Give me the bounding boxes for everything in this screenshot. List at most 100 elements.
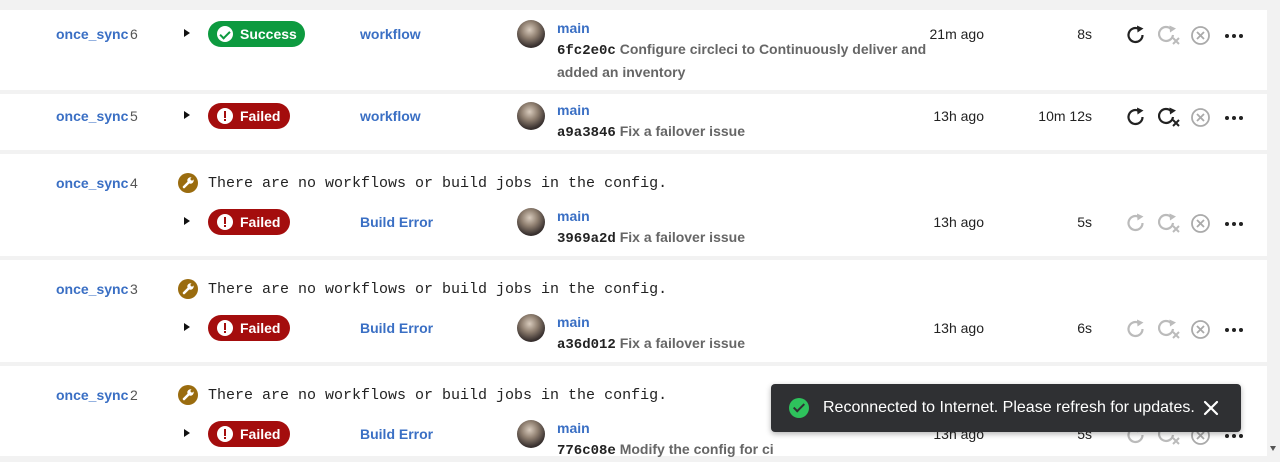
commit-sha[interactable]: 6fc2e0c	[557, 43, 616, 59]
pipeline-number: 3	[130, 281, 138, 297]
status-badge[interactable]: Failed	[208, 315, 290, 341]
more-icon[interactable]	[1225, 222, 1243, 226]
branch-link[interactable]: main	[557, 102, 590, 118]
commit-message: Fix a failover issue	[619, 229, 745, 245]
workflow-link[interactable]: Build Error	[360, 214, 433, 230]
duration: 10m 12s	[1038, 108, 1092, 124]
alert-icon	[217, 320, 233, 336]
close-icon[interactable]	[1202, 399, 1220, 417]
config-error-message: There are no workflows or build jobs in …	[208, 175, 668, 192]
commit-sha[interactable]: a9a3846	[557, 125, 616, 141]
branch-link[interactable]: main	[557, 208, 590, 224]
status-label: Failed	[240, 320, 281, 336]
check-icon	[217, 26, 233, 42]
rerun-icon[interactable]	[1125, 24, 1147, 46]
duration: 8s	[1077, 26, 1092, 42]
expand-triangle-icon[interactable]	[184, 217, 190, 225]
config-error-message: There are no workflows or build jobs in …	[208, 387, 668, 404]
workflow-link[interactable]: Build Error	[360, 426, 433, 442]
commit-info: a36d012 Fix a failover issue	[557, 333, 745, 356]
rerun-from-failed-icon[interactable]	[1158, 24, 1182, 46]
config-error-message: There are no workflows or build jobs in …	[208, 281, 668, 298]
pipeline-row-6: once_sync 6 Success workflow main 6fc2e0…	[0, 10, 1267, 90]
branch-link[interactable]: main	[557, 314, 590, 330]
status-label: Failed	[240, 108, 281, 124]
workflow-link[interactable]: workflow	[360, 108, 421, 124]
more-icon[interactable]	[1225, 434, 1243, 438]
avatar	[517, 314, 545, 342]
status-badge[interactable]: Failed	[208, 421, 290, 447]
cancel-icon[interactable]	[1190, 25, 1211, 46]
more-icon[interactable]	[1225, 34, 1243, 38]
avatar	[517, 208, 545, 236]
branch-link[interactable]: main	[557, 420, 590, 436]
time-ago: 13h ago	[933, 214, 984, 230]
project-link[interactable]: once_sync	[56, 281, 128, 297]
avatar	[517, 20, 545, 48]
scroll-down-icon[interactable]	[1270, 446, 1276, 451]
scrollbar[interactable]	[1267, 0, 1280, 456]
pipeline-number: 4	[130, 175, 138, 191]
status-label: Failed	[240, 426, 281, 442]
cancel-icon[interactable]	[1190, 319, 1211, 340]
workflow-link[interactable]: Build Error	[360, 320, 433, 336]
avatar	[517, 102, 545, 130]
rerun-from-failed-icon[interactable]	[1158, 106, 1182, 128]
alert-icon	[217, 108, 233, 124]
project-link[interactable]: once_sync	[56, 387, 128, 403]
workflow-link[interactable]: workflow	[360, 26, 421, 42]
commit-message: Configure circleci to Continuously deliv…	[619, 41, 927, 57]
reconnect-toast: Reconnected to Internet. Please refresh …	[771, 384, 1241, 432]
rerun-icon[interactable]	[1125, 106, 1147, 128]
status-badge[interactable]: Success	[208, 21, 305, 47]
alert-icon	[217, 214, 233, 230]
pipeline-row-3: once_sync 3 There are no workflows or bu…	[0, 260, 1267, 362]
commit-sha[interactable]: 776c08e	[557, 443, 616, 459]
expand-triangle-icon[interactable]	[184, 429, 190, 437]
status-label: Success	[240, 26, 297, 42]
alert-icon	[217, 426, 233, 442]
expand-triangle-icon[interactable]	[184, 111, 190, 119]
status-label: Failed	[240, 214, 281, 230]
project-link[interactable]: once_sync	[56, 175, 128, 191]
expand-triangle-icon[interactable]	[184, 29, 190, 37]
commit-info: 6fc2e0c Configure circleci to Continuous…	[557, 39, 926, 83]
cancel-icon[interactable]	[1190, 213, 1211, 234]
cancel-icon[interactable]	[1190, 107, 1211, 128]
expand-triangle-icon[interactable]	[184, 323, 190, 331]
commit-message: Fix a failover issue	[619, 123, 745, 139]
duration: 5s	[1077, 214, 1092, 230]
avatar	[517, 420, 545, 448]
rerun-icon[interactable]	[1125, 212, 1147, 234]
pipeline-number: 5	[130, 108, 138, 124]
duration: 6s	[1077, 320, 1092, 336]
more-icon[interactable]	[1225, 328, 1243, 332]
commit-sha[interactable]: 3969a2d	[557, 231, 616, 247]
project-link[interactable]: once_sync	[56, 26, 128, 42]
pipeline-number: 6	[130, 26, 138, 42]
status-badge[interactable]: Failed	[208, 103, 290, 129]
branch-link[interactable]: main	[557, 20, 590, 36]
pipeline-row-5: once_sync 5 Failed workflow main a9a3846…	[0, 94, 1267, 150]
pipeline-row-4: once_sync 4 There are no workflows or bu…	[0, 154, 1267, 256]
status-badge[interactable]: Failed	[208, 209, 290, 235]
wrench-icon	[178, 385, 198, 405]
more-icon[interactable]	[1225, 116, 1243, 120]
commit-sha[interactable]: a36d012	[557, 337, 616, 353]
time-ago: 13h ago	[933, 320, 984, 336]
commit-message: Fix a failover issue	[619, 335, 745, 351]
check-circle-icon	[789, 398, 809, 418]
rerun-from-failed-icon[interactable]	[1158, 212, 1182, 234]
commit-info: 3969a2d Fix a failover issue	[557, 227, 745, 250]
commit-message: Modify the config for ci	[619, 441, 774, 457]
rerun-icon[interactable]	[1125, 318, 1147, 340]
commit-message-cont: added an inventory	[557, 64, 686, 80]
time-ago: 21m ago	[929, 26, 984, 42]
wrench-icon	[178, 173, 198, 193]
wrench-icon	[178, 279, 198, 299]
project-link[interactable]: once_sync	[56, 108, 128, 124]
commit-info: a9a3846 Fix a failover issue	[557, 121, 745, 144]
toast-message: Reconnected to Internet. Please refresh …	[823, 399, 1195, 416]
rerun-from-failed-icon[interactable]	[1158, 318, 1182, 340]
pipeline-number: 2	[130, 387, 138, 403]
